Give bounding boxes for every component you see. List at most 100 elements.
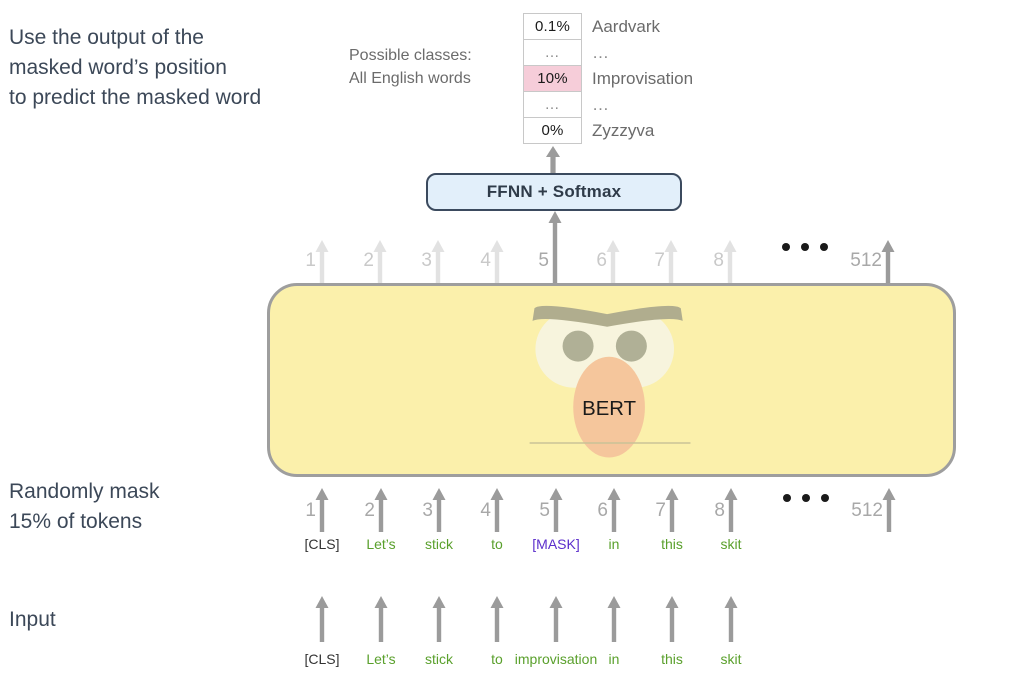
caption-predict-masked-word: Use the output of the masked word’s posi… — [9, 26, 262, 109]
diagram-canvas: Use the output of the masked word’s posi… — [0, 0, 1024, 673]
prob-value: 0.1% — [535, 18, 570, 35]
token-arrow — [607, 596, 622, 642]
position-number: 512 — [850, 250, 882, 271]
masked-token: stick — [425, 536, 453, 552]
input-token: this — [661, 651, 683, 667]
dot — [821, 494, 829, 502]
position-number: 6 — [596, 250, 607, 271]
token-arrow — [374, 596, 389, 642]
token-arrow — [432, 596, 447, 642]
prob-class-label: Zyzzyva — [592, 120, 655, 140]
prob-class-label: Aardvark — [592, 16, 661, 36]
prob-row: 10% Improvisation — [524, 66, 693, 92]
position-number: 8 — [714, 500, 725, 521]
masked-token: skit — [720, 536, 742, 552]
position-number: 7 — [654, 250, 665, 271]
bert-label: BERT — [582, 398, 636, 420]
masked-token: to — [491, 536, 503, 552]
class-probability-table: 0.1% Aardvark…… 10% Improvisation…… 0% Zyzzyv… — [523, 13, 693, 144]
bert-face-illustration: BERT — [529, 305, 691, 458]
token-arrow — [606, 240, 621, 286]
bert-model-box: BERT — [267, 283, 956, 477]
dot — [802, 494, 810, 502]
masked-token: this — [661, 536, 683, 552]
prob-row: …… — [524, 40, 609, 66]
masked-token: in — [608, 536, 620, 552]
token-arrow — [315, 240, 330, 286]
input-token: in — [608, 651, 620, 667]
dot — [782, 243, 790, 251]
position-number: 5 — [538, 250, 549, 271]
position-number: 3 — [422, 500, 433, 521]
prob-row: 0.1% Aardvark — [524, 14, 660, 40]
position-number: 512 — [851, 500, 883, 521]
position-number: 2 — [364, 500, 375, 521]
prob-class-label: … — [592, 94, 610, 114]
dot — [820, 243, 828, 251]
possible-classes-label: Possible classes: All English words — [349, 47, 472, 87]
input-token: improvisation — [514, 651, 598, 667]
prob-class-label: … — [592, 42, 610, 62]
position-number: 7 — [655, 500, 666, 521]
bert-left-eye-white — [535, 310, 613, 388]
token-arrow — [315, 488, 330, 532]
token-arrow — [490, 488, 505, 532]
bert-right-pupil — [615, 330, 647, 362]
token-arrow — [490, 240, 505, 286]
input-token: skit — [720, 651, 742, 667]
position-number: 4 — [480, 250, 491, 271]
prob-class-label: Improvisation — [592, 68, 694, 88]
prob-row: …… — [524, 92, 609, 118]
masked-token: [CLS] — [304, 536, 340, 552]
dot — [801, 243, 809, 251]
prob-value: … — [544, 96, 561, 113]
bert-left-pupil — [562, 330, 594, 362]
position-number: 5 — [539, 500, 550, 521]
token-arrow — [665, 596, 680, 642]
position-number: 4 — [480, 500, 491, 521]
ffnn-softmax-label: FFNN + Softmax — [486, 182, 622, 201]
input-token: [CLS] — [304, 651, 340, 667]
token-arrow — [882, 488, 897, 532]
arrow-position5-to-ffnn — [548, 211, 563, 285]
caption-input: Input — [9, 608, 56, 631]
prob-value: 10% — [537, 70, 568, 87]
token-arrow — [549, 596, 564, 642]
masked-token: [MASK] — [532, 536, 580, 552]
token-arrow — [607, 488, 622, 532]
bert-unibrow — [532, 305, 683, 327]
bert-nose — [573, 356, 645, 458]
token-arrow — [432, 488, 447, 532]
masked-token: Let’s — [366, 536, 396, 552]
position-number: 8 — [713, 250, 724, 271]
input-token: Let’s — [366, 651, 396, 667]
token-arrow — [315, 596, 330, 642]
position-number: 2 — [363, 250, 374, 271]
position-number: 1 — [305, 250, 316, 271]
prob-value: 0% — [541, 122, 564, 139]
input-token: stick — [425, 651, 453, 667]
token-arrow — [374, 488, 389, 532]
masked-ellipsis-dots — [783, 494, 829, 502]
token-arrow — [724, 488, 739, 532]
token-arrow — [724, 596, 739, 642]
arrow-ffnn-to-probabilities — [545, 146, 561, 174]
token-arrow — [664, 240, 679, 286]
prob-value: … — [544, 44, 561, 61]
bert-right-eye-white — [596, 310, 675, 388]
ffnn-softmax-box: FFNN + Softmax — [426, 173, 682, 211]
position-number: 1 — [305, 500, 316, 521]
token-arrow — [490, 596, 505, 642]
token-arrow — [373, 240, 388, 286]
token-arrow — [723, 240, 738, 286]
dot — [783, 494, 791, 502]
token-arrow — [665, 488, 680, 532]
prob-row: 0% Zyzzyva — [524, 118, 654, 144]
token-arrow — [881, 240, 896, 286]
position-number: 6 — [597, 500, 608, 521]
caption-randomly-mask: Randomly mask 15% of tokens — [9, 480, 160, 533]
token-arrow — [431, 240, 446, 286]
position-number: 3 — [421, 250, 432, 271]
input-token: to — [491, 651, 503, 667]
output-ellipsis-dots — [782, 243, 828, 251]
